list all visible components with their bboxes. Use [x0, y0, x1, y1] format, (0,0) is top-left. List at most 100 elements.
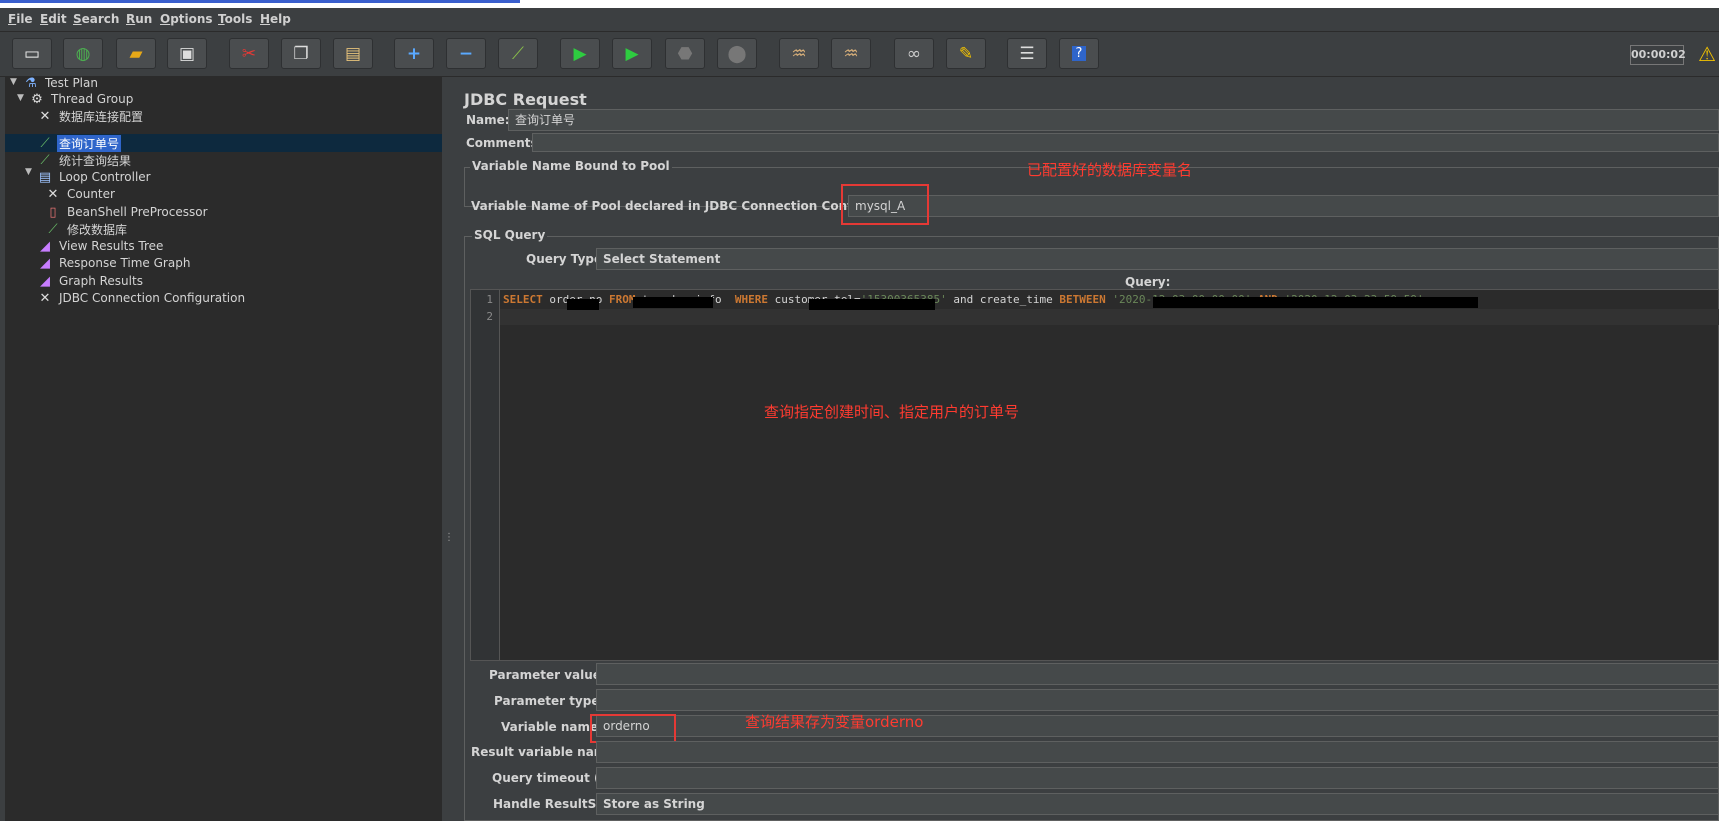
line-number: 1	[486, 293, 493, 306]
search-icon: ∞	[906, 43, 922, 64]
tree-item-stat-result[interactable]: ⟋ 统计查询结果	[37, 151, 133, 169]
menu-search[interactable]: Search	[73, 12, 119, 26]
pool-group-title: Variable Name Bound to Pool	[470, 159, 672, 173]
search-button[interactable]: ∞	[894, 38, 934, 69]
handle-resultset-select[interactable]: Store as String	[596, 793, 1719, 815]
clear-button[interactable]: ♒	[779, 38, 819, 69]
wrench-icon: ✕	[39, 290, 51, 306]
clear-all-button[interactable]: ♒	[831, 38, 871, 69]
script-icon: ▯	[49, 204, 57, 220]
timeout-field[interactable]	[596, 767, 1719, 789]
cut-button[interactable]: ✂	[229, 38, 269, 69]
menu-options[interactable]: Options	[160, 12, 213, 26]
save-button[interactable]: ▣	[167, 38, 207, 69]
copy-button[interactable]: ❐	[281, 38, 321, 69]
shutdown-icon: ⬤	[727, 43, 747, 64]
sql-text: and create_time	[946, 293, 1060, 306]
pool-name-field[interactable]: mysql_A	[848, 195, 1719, 217]
expand-all-button[interactable]: +	[394, 38, 434, 69]
start-no-pauses-icon: ▶	[625, 43, 639, 64]
name-field[interactable]: 查询订单号	[508, 109, 1719, 131]
menu-tools[interactable]: Tools	[218, 12, 252, 26]
shutdown-button[interactable]: ⬤	[717, 38, 757, 69]
tree-item-response-time-graph[interactable]: ◢ Response Time Graph	[37, 254, 192, 272]
page-title: JDBC Request	[464, 90, 587, 109]
pool-annotation: 已配置好的数据库变量名	[1027, 161, 1193, 179]
help-button[interactable]: ?	[1059, 38, 1099, 69]
reset-search-button[interactable]: ✎	[946, 38, 986, 69]
function-helper-icon: ☰	[1019, 43, 1035, 64]
tree-item-view-results-tree[interactable]: ◢ View Results Tree	[37, 237, 165, 255]
tree-item-counter[interactable]: ✕ Counter	[45, 185, 117, 203]
templates-button[interactable]: ◍	[63, 38, 103, 69]
open-button[interactable]: ▰	[116, 38, 156, 69]
chart-icon: ◢	[40, 238, 50, 254]
comments-field[interactable]	[532, 133, 1719, 152]
new-button[interactable]: ▭	[12, 38, 52, 69]
redaction-bar	[633, 297, 713, 308]
new-icon: ▭	[23, 43, 41, 64]
tree-item-jdbc-connection-config[interactable]: ✕ JDBC Connection Configuration	[37, 289, 247, 307]
param-types-field[interactable]	[596, 689, 1719, 711]
stop-icon: ⬣	[677, 43, 693, 64]
expand-icon: +	[406, 43, 422, 64]
wrench-icon: ✕	[39, 108, 51, 124]
param-types-label: Parameter types:	[494, 694, 612, 708]
start-no-pauses-button[interactable]: ▶	[612, 38, 652, 69]
tree-item-modify-db[interactable]: ⟋ 修改数据库	[45, 220, 129, 238]
wrench-icon: ✕	[47, 186, 59, 202]
elapsed-timer: 00:00:02	[1630, 45, 1686, 65]
var-names-highlight-box	[590, 714, 676, 743]
templates-icon: ◍	[75, 43, 91, 64]
open-icon: ▰	[129, 43, 143, 64]
start-icon: ▶	[573, 43, 587, 64]
paste-icon: ▤	[344, 43, 362, 64]
redaction-bar	[809, 299, 935, 310]
menu-run[interactable]: Run	[126, 12, 152, 26]
tree-item-db-config[interactable]: ✕ 数据库连接配置	[37, 107, 145, 125]
clear-all-icon: ♒	[843, 43, 859, 64]
paste-button[interactable]: ▤	[333, 38, 373, 69]
sql-keyword: FROM	[608, 293, 636, 306]
start-button[interactable]: ▶	[560, 38, 600, 69]
tree-item-graph-results[interactable]: ◢ Graph Results	[37, 272, 145, 290]
collapse-all-button[interactable]: −	[446, 38, 486, 69]
menu-edit[interactable]: Edit	[40, 12, 67, 26]
stop-button[interactable]: ⬣	[665, 38, 705, 69]
chart-icon: ◢	[40, 273, 50, 289]
query-type-select[interactable]: Select Statement	[596, 248, 1719, 270]
flask-icon: ⚗	[25, 75, 37, 91]
chart-icon: ◢	[40, 255, 50, 271]
tree-item-query-order[interactable]: ⟋ 查询订单号	[37, 134, 122, 152]
sql-keyword: SELECT	[503, 293, 543, 306]
menu-help[interactable]: Help	[260, 12, 291, 26]
reset-search-icon: ✎	[958, 43, 974, 64]
pipette-icon: ⟋	[40, 135, 50, 151]
param-values-field[interactable]	[596, 663, 1719, 685]
line-number-gutter: 1 2	[471, 290, 500, 660]
expand-arrow-icon[interactable]: ▼	[17, 93, 24, 103]
expand-arrow-icon[interactable]: ▼	[25, 167, 32, 177]
redaction-bar	[1153, 297, 1478, 308]
menu-file[interactable]: File	[8, 12, 33, 26]
help-icon: ?	[1071, 46, 1087, 61]
warning-icon[interactable]: ⚠	[1698, 42, 1716, 66]
result-var-field[interactable]	[596, 741, 1719, 763]
collapse-icon: −	[458, 43, 474, 64]
sql-keyword: BETWEEN	[1059, 293, 1106, 306]
var-annotation: 查询结果存为变量orderno	[745, 713, 924, 731]
sql-editor[interactable]: 1 2 SELECT order_no FROM t_order_info WH…	[470, 289, 1719, 661]
current-line-highlight	[500, 309, 1719, 325]
sql-keyword: WHERE	[734, 293, 768, 306]
pane-splitter[interactable]: ⋮	[442, 77, 454, 821]
toggle-button[interactable]: ⟋	[498, 38, 538, 69]
expand-arrow-icon[interactable]: ▼	[10, 77, 17, 87]
param-values-label: Parameter values:	[489, 668, 613, 682]
function-helper-button[interactable]: ☰	[1007, 38, 1047, 69]
tree-item-beanshell[interactable]: ▯ BeanShell PreProcessor	[45, 203, 210, 221]
query-annotation: 查询指定创建时间、指定用户的订单号	[764, 403, 1020, 421]
tree-item-thread-group[interactable]: ⚙ Thread Group	[29, 90, 135, 108]
tree-item-loop-controller[interactable]: ▤ Loop Controller	[37, 168, 153, 186]
redaction-bar	[567, 299, 599, 310]
copy-icon: ❐	[293, 43, 309, 64]
